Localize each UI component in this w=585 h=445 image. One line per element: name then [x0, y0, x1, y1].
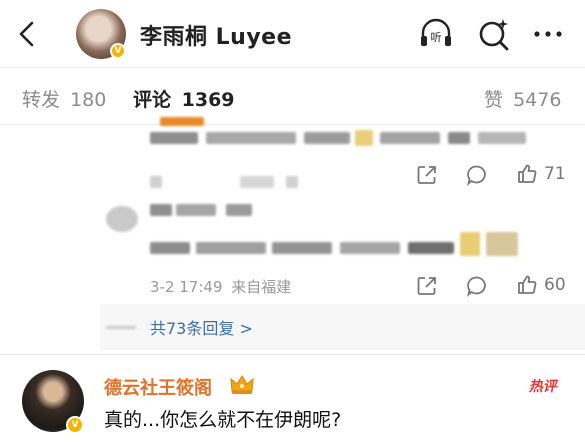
comment-text: 真的...你怎么就不在伊朗呢? [104, 409, 342, 431]
comment-action[interactable] [466, 275, 488, 297]
reply-meta: 3-2 17:49 来自福建 [150, 276, 291, 297]
share-icon [417, 277, 436, 295]
tab-repost-count: 180 [70, 89, 107, 111]
hot-comment-badge: 热评 [528, 379, 560, 395]
search-sparkle-icon[interactable] [476, 16, 512, 52]
share-action[interactable] [416, 164, 438, 186]
tab-comment-count: 1369 [181, 89, 235, 111]
more-dots-icon[interactable] [530, 16, 566, 52]
verified-badge-icon: V [110, 43, 126, 59]
reply-timestamp: 3-2 17:49 [150, 278, 223, 296]
like-action[interactable]: 60 [516, 274, 566, 296]
header-divider [0, 67, 585, 68]
thumbs-up-icon [518, 164, 537, 183]
tab-repost[interactable]: 转发 180 [22, 85, 106, 112]
like-count: 71 [544, 164, 566, 184]
crown-icon [230, 375, 254, 394]
like-action[interactable]: 71 [516, 163, 566, 185]
tab-comment[interactable]: 评论 1369 [133, 85, 235, 112]
listen-label: 听 [431, 31, 442, 44]
reply-location: 来自福建 [231, 278, 292, 296]
headphones-listen-icon[interactable]: 听 [418, 16, 454, 52]
chevron-left-icon[interactable] [14, 18, 40, 50]
like-count: 60 [544, 275, 566, 295]
comment-action[interactable] [466, 164, 488, 186]
page-title: 李雨桐 Luyee [140, 25, 293, 50]
tab-like-count: 5476 [513, 89, 562, 111]
comment-icon [467, 276, 486, 297]
comment-icon [467, 165, 486, 186]
tab-comment-label: 评论 [133, 89, 172, 111]
comment-divider [0, 354, 585, 355]
tab-like[interactable]: 赞 5476 [484, 85, 561, 112]
tabs-divider [0, 124, 585, 125]
share-icon [417, 166, 436, 184]
expand-replies-link[interactable]: 共73条回复 > [150, 315, 253, 339]
commenter-name[interactable]: 德云社王筱阁 [104, 374, 212, 400]
top-bar: V 李雨桐 Luyee 听 [0, 0, 585, 68]
tab-like-label: 赞 [484, 89, 504, 111]
tab-repost-label: 转发 [22, 89, 61, 111]
thumbs-up-icon [518, 275, 537, 294]
share-action[interactable] [416, 275, 438, 297]
verified-badge-icon: V [66, 416, 84, 434]
